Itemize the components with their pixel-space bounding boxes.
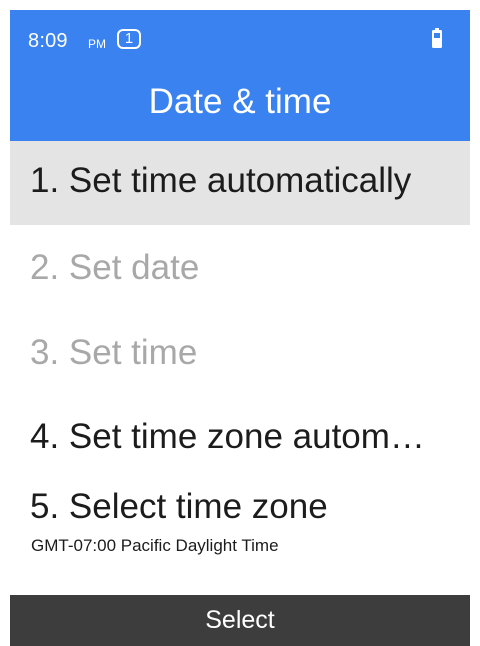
menu-item-set-time[interactable]: 3. Set time — [10, 309, 470, 393]
phone-screen: 8:09 PM 1 Date & time 1. Set time automa… — [10, 10, 470, 646]
menu-item-set-date[interactable]: 2. Set date — [10, 225, 470, 309]
menu-item-select-time-zone[interactable]: 5. Select time zone GMT-07:00 Pacific Da… — [10, 477, 470, 581]
menu-item-set-time-automatically[interactable]: 1. Set time automatically — [10, 141, 470, 225]
menu-item-sublabel: GMT-07:00 Pacific Daylight Time — [31, 536, 279, 555]
status-ampm: PM — [88, 37, 106, 51]
menu-item-set-time-zone-automatically[interactable]: 4. Set time zone autom… — [10, 393, 470, 477]
menu-item-label: 2. Set date — [30, 248, 200, 287]
app-header: 8:09 PM 1 Date & time — [10, 10, 470, 141]
page-title: Date & time — [148, 82, 332, 121]
select-softkey[interactable]: Select — [205, 606, 274, 634]
sim-slot-icon: 1 — [117, 29, 141, 49]
menu-item-label: 1. Set time automatically — [30, 161, 412, 200]
status-time: 8:09 — [28, 30, 68, 52]
softkey-bar: Select — [10, 595, 470, 646]
status-bar: 8:09 PM 1 — [10, 10, 470, 70]
menu-item-label: 4. Set time zone autom… — [30, 417, 425, 456]
menu-item-label: 5. Select time zone — [30, 487, 328, 526]
menu-item-label: 3. Set time — [30, 333, 198, 372]
battery-icon — [432, 28, 442, 48]
